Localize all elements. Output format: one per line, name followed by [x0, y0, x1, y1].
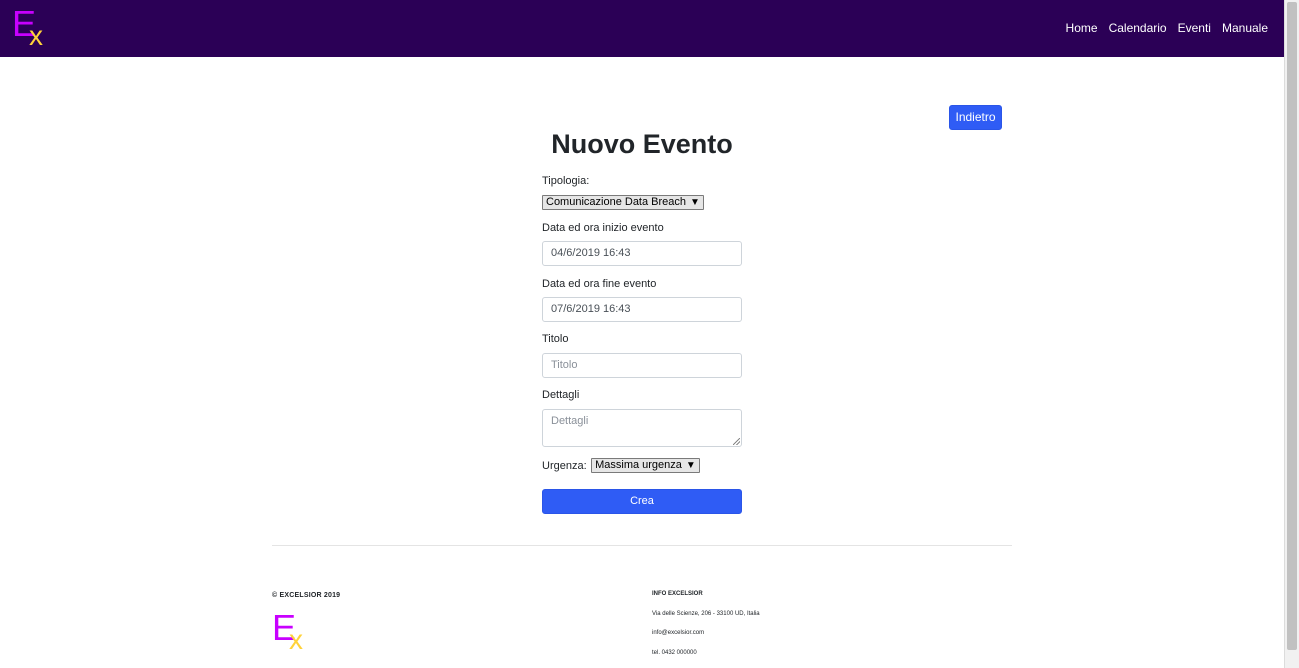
dettagli-textarea[interactable]: Dettagli: [542, 409, 742, 447]
nav-link-manuale[interactable]: Manuale: [1222, 21, 1268, 35]
start-datetime-input[interactable]: 04/6/2019 16:43: [542, 241, 742, 266]
crea-button[interactable]: Crea: [542, 489, 742, 514]
nav-link-home[interactable]: Home: [1066, 21, 1098, 35]
dettagli-label: Dettagli: [542, 389, 580, 401]
nav-link-calendario[interactable]: Calendario: [1109, 21, 1167, 35]
tipologia-selected-value: Comunicazione Data Breach: [546, 196, 687, 208]
titolo-input[interactable]: Titolo: [542, 353, 742, 378]
dettagli-placeholder: Dettagli: [551, 415, 589, 427]
resize-grip-icon[interactable]: [733, 438, 740, 445]
back-button[interactable]: Indietro: [949, 105, 1002, 130]
scrollbar-thumb[interactable]: [1287, 2, 1297, 650]
footer-info-title: INFO EXCELSIOR: [652, 591, 703, 597]
chevron-down-icon: ▼: [690, 197, 700, 208]
chevron-down-icon: ▼: [685, 460, 696, 472]
nav-links: Home Calendario Eventi Manuale: [1066, 21, 1268, 35]
end-datetime-label: Data ed ora fine evento: [542, 278, 657, 290]
logo-letter-x: x: [29, 20, 43, 51]
page-title: Nuovo Evento: [551, 129, 733, 159]
brand-logo[interactable]: E x: [12, 6, 52, 51]
urgenza-selected-value: Massima urgenza: [595, 459, 682, 472]
footer-address: Via delle Scienze, 206 - 33100 UD, Itali…: [652, 611, 760, 617]
navbar: E x Home Calendario Eventi Manuale: [0, 0, 1284, 57]
nav-link-eventi[interactable]: Eventi: [1178, 21, 1211, 35]
footer-logo-letter-x: x: [289, 624, 303, 655]
footer-divider: [272, 545, 1012, 546]
tipologia-label: Tipologia:: [542, 175, 590, 187]
footer-copyright: © EXCELSIOR 2019: [272, 592, 341, 599]
footer-phone: tel. 0432 000000: [652, 650, 697, 656]
start-datetime-label: Data ed ora inizio evento: [542, 222, 664, 234]
footer-logo: E x: [272, 610, 312, 655]
tipologia-select[interactable]: Comunicazione Data Breach ▼: [542, 195, 704, 210]
urgenza-select[interactable]: Massima urgenza ▼: [591, 458, 700, 474]
urgenza-label: Urgenza:: [542, 459, 587, 472]
vertical-scrollbar[interactable]: [1284, 0, 1299, 668]
titolo-label: Titolo: [542, 333, 569, 345]
urgenza-row: Urgenza: Massima urgenza ▼: [542, 457, 700, 474]
end-datetime-input[interactable]: 07/6/2019 16:43: [542, 297, 742, 322]
footer-email[interactable]: info@excelsior.com: [652, 630, 704, 636]
